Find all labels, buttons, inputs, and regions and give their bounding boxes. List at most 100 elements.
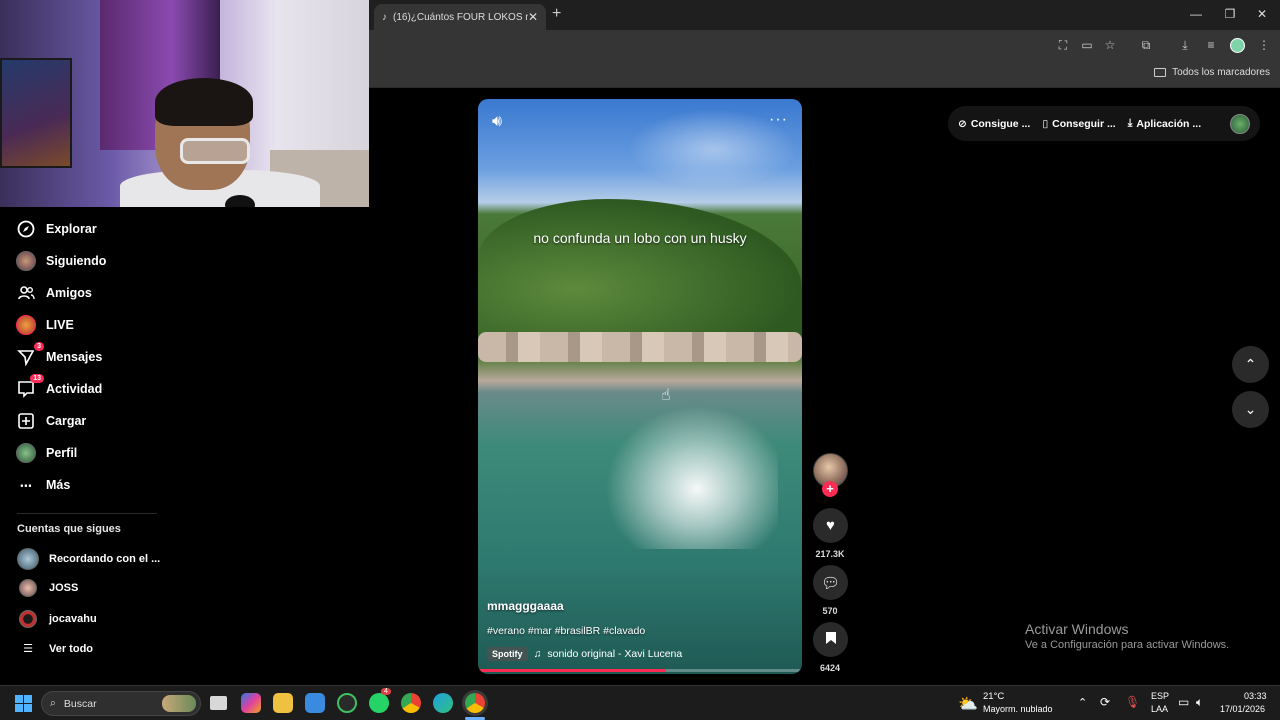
download-icon[interactable]: ⤓ xyxy=(1178,38,1192,52)
chrome-active-icon[interactable] xyxy=(465,693,485,713)
file-explorer-icon[interactable] xyxy=(273,693,293,713)
account-name: JOSS xyxy=(49,582,79,594)
bookmark-star-icon[interactable]: ☆ xyxy=(1103,38,1117,52)
profile-avatar-icon[interactable] xyxy=(1230,38,1245,53)
windows-start-icon[interactable] xyxy=(15,695,32,712)
compass-icon xyxy=(16,219,36,239)
more-icon: ⋯ xyxy=(19,478,33,493)
sidebar-item-label: Mensajes xyxy=(46,350,103,364)
sync-icon[interactable]: ⟳ xyxy=(1100,695,1110,709)
browser-tab-active[interactable]: ♪ (16)¿Cuántos FOUR LOKOS nec ✕ xyxy=(374,4,546,30)
sidebar-item-perfil[interactable]: Perfil xyxy=(16,442,77,464)
clock-date[interactable]: 17/01/2026 xyxy=(1220,704,1265,714)
account-name: jocavahu xyxy=(49,613,97,625)
following-account[interactable]: jocavahu xyxy=(17,610,97,628)
media-control-icon[interactable]: ≡ xyxy=(1204,38,1218,52)
following-account[interactable]: JOSS xyxy=(17,579,78,597)
window-close-icon[interactable]: ✕ xyxy=(1255,7,1269,21)
see-all-link[interactable]: ☰ Ver todo xyxy=(17,642,93,656)
store-icon[interactable] xyxy=(305,693,325,713)
sidebar-divider xyxy=(17,513,157,514)
taskbar-search-label: Buscar xyxy=(63,697,97,710)
volume-icon[interactable]: 🔊︎ xyxy=(492,113,502,131)
menu-kebab-icon[interactable]: ⋮ xyxy=(1257,38,1271,52)
video-rocks xyxy=(478,332,802,362)
profile-avatar-icon xyxy=(16,443,36,463)
spotify-badge: Spotify xyxy=(487,647,528,661)
microphone-icon[interactable]: 🎙︎ xyxy=(1125,695,1140,709)
sidebar-item-live[interactable]: LIVE xyxy=(16,314,74,336)
video-progress-bar[interactable] xyxy=(478,669,802,672)
extensions-icon[interactable]: ⧉ xyxy=(1139,38,1153,52)
sidebar-item-label: Amigos xyxy=(46,286,92,300)
video-water-splash xyxy=(598,399,778,549)
next-video-button[interactable]: ⌄ xyxy=(1232,391,1269,428)
sidebar-item-explorar[interactable]: Explorar xyxy=(16,218,97,240)
all-bookmarks-button[interactable]: Todos los marcadores xyxy=(1154,67,1270,78)
minimize-icon[interactable]: — xyxy=(1189,7,1203,21)
sidebar-item-mas[interactable]: ⋯ Más xyxy=(16,474,71,496)
save-button[interactable] xyxy=(813,622,848,657)
chrome-icon[interactable] xyxy=(401,693,421,713)
translate-icon[interactable]: ⛶ xyxy=(1056,38,1070,52)
keyboard-layout[interactable]: LAA xyxy=(1151,704,1168,714)
sidebar-item-actividad[interactable]: 13 Actividad xyxy=(16,374,103,400)
clock-time[interactable]: 03:33 xyxy=(1244,691,1267,701)
sidebar-item-mensajes[interactable]: 3 Mensajes xyxy=(16,342,103,368)
desktop-app-label: Aplicación ... xyxy=(1136,117,1202,130)
language-code[interactable]: ESP xyxy=(1151,691,1169,701)
friends-icon xyxy=(16,283,36,303)
video-music[interactable]: Spotify ♫ sonido original - Xavi Lucena xyxy=(487,647,682,661)
like-button[interactable]: ♥ xyxy=(813,508,848,543)
follow-plus-icon[interactable]: + xyxy=(822,481,838,497)
search-highlight-image xyxy=(162,695,196,712)
following-account[interactable]: Recordando con el ... xyxy=(17,548,160,570)
messages-badge: 3 xyxy=(34,342,44,351)
comment-button[interactable]: 💬︎ xyxy=(813,565,848,600)
tab-close-icon[interactable]: ✕ xyxy=(528,10,538,24)
task-view-icon[interactable] xyxy=(210,696,227,710)
taskbar-search[interactable]: ⌕ Buscar xyxy=(41,691,201,716)
network-icon[interactable]: ▭ xyxy=(1178,695,1189,709)
weather-icon[interactable]: ⛅ xyxy=(958,694,978,714)
bookmark-icon xyxy=(825,631,837,649)
edge-icon[interactable] xyxy=(433,693,453,713)
video-more-icon[interactable]: ··· xyxy=(769,111,788,129)
get-coins-button[interactable]: ⊘ Consigue ... xyxy=(958,118,1030,130)
get-app-label: Conseguir ... xyxy=(1052,117,1116,130)
cast-icon[interactable]: ▭ xyxy=(1080,38,1094,52)
video-player[interactable]: no confunda un lobo con un husky 🔊︎ ··· … xyxy=(478,99,802,674)
previous-video-button[interactable]: ⌃ xyxy=(1232,346,1269,383)
new-tab-button[interactable]: + xyxy=(552,5,561,23)
obs-icon[interactable] xyxy=(337,693,357,713)
user-avatar[interactable] xyxy=(1230,113,1250,134)
sidebar-item-label: Actividad xyxy=(46,382,103,396)
sidebar-item-label: Explorar xyxy=(46,222,97,236)
desktop-app-button[interactable]: ⤓ Aplicación ... xyxy=(1128,117,1201,130)
sidebar-item-siguiendo[interactable]: Siguiendo xyxy=(16,250,106,272)
following-avatar-icon xyxy=(16,251,36,271)
maximize-icon[interactable]: ❐ xyxy=(1223,7,1237,21)
tiktok-favicon-icon: ♪ xyxy=(382,11,387,23)
account-avatar xyxy=(19,579,37,597)
whatsapp-icon[interactable] xyxy=(369,693,389,713)
windows-taskbar: ⌕ Buscar 4 ⛅ 21°C Mayorm. nublado ⌃ ⟳ 🎙︎… xyxy=(0,685,1280,720)
get-app-button[interactable]: ▯ Conseguir ... xyxy=(1042,118,1115,130)
music-note-icon: ♫ xyxy=(533,648,542,660)
upload-icon xyxy=(16,411,36,431)
sidebar-item-cargar[interactable]: Cargar xyxy=(16,410,86,432)
sidebar-item-label: Siguiendo xyxy=(46,254,107,268)
comment-icon: 💬︎ xyxy=(820,574,841,592)
copilot-icon[interactable] xyxy=(241,693,261,713)
tray-overflow-icon[interactable]: ⌃ xyxy=(1078,696,1087,709)
video-author[interactable]: mmagggaaaa xyxy=(487,599,564,613)
sidebar-item-amigos[interactable]: Amigos xyxy=(16,282,92,304)
video-hashtags[interactable]: #verano #mar #brasilBR #clavado xyxy=(487,625,645,637)
sidebar-item-label: Perfil xyxy=(46,446,78,460)
activate-windows-watermark: Activar Windows Ve a Configuración para … xyxy=(1025,621,1229,651)
get-coins-label: Consigue ... xyxy=(970,117,1031,130)
weather-desc: Mayorm. nublado xyxy=(983,704,1053,714)
comment-count: 570 xyxy=(822,606,838,616)
speaker-icon[interactable]: 🔈︎ xyxy=(1196,695,1203,710)
messages-icon: 3 xyxy=(16,342,44,367)
